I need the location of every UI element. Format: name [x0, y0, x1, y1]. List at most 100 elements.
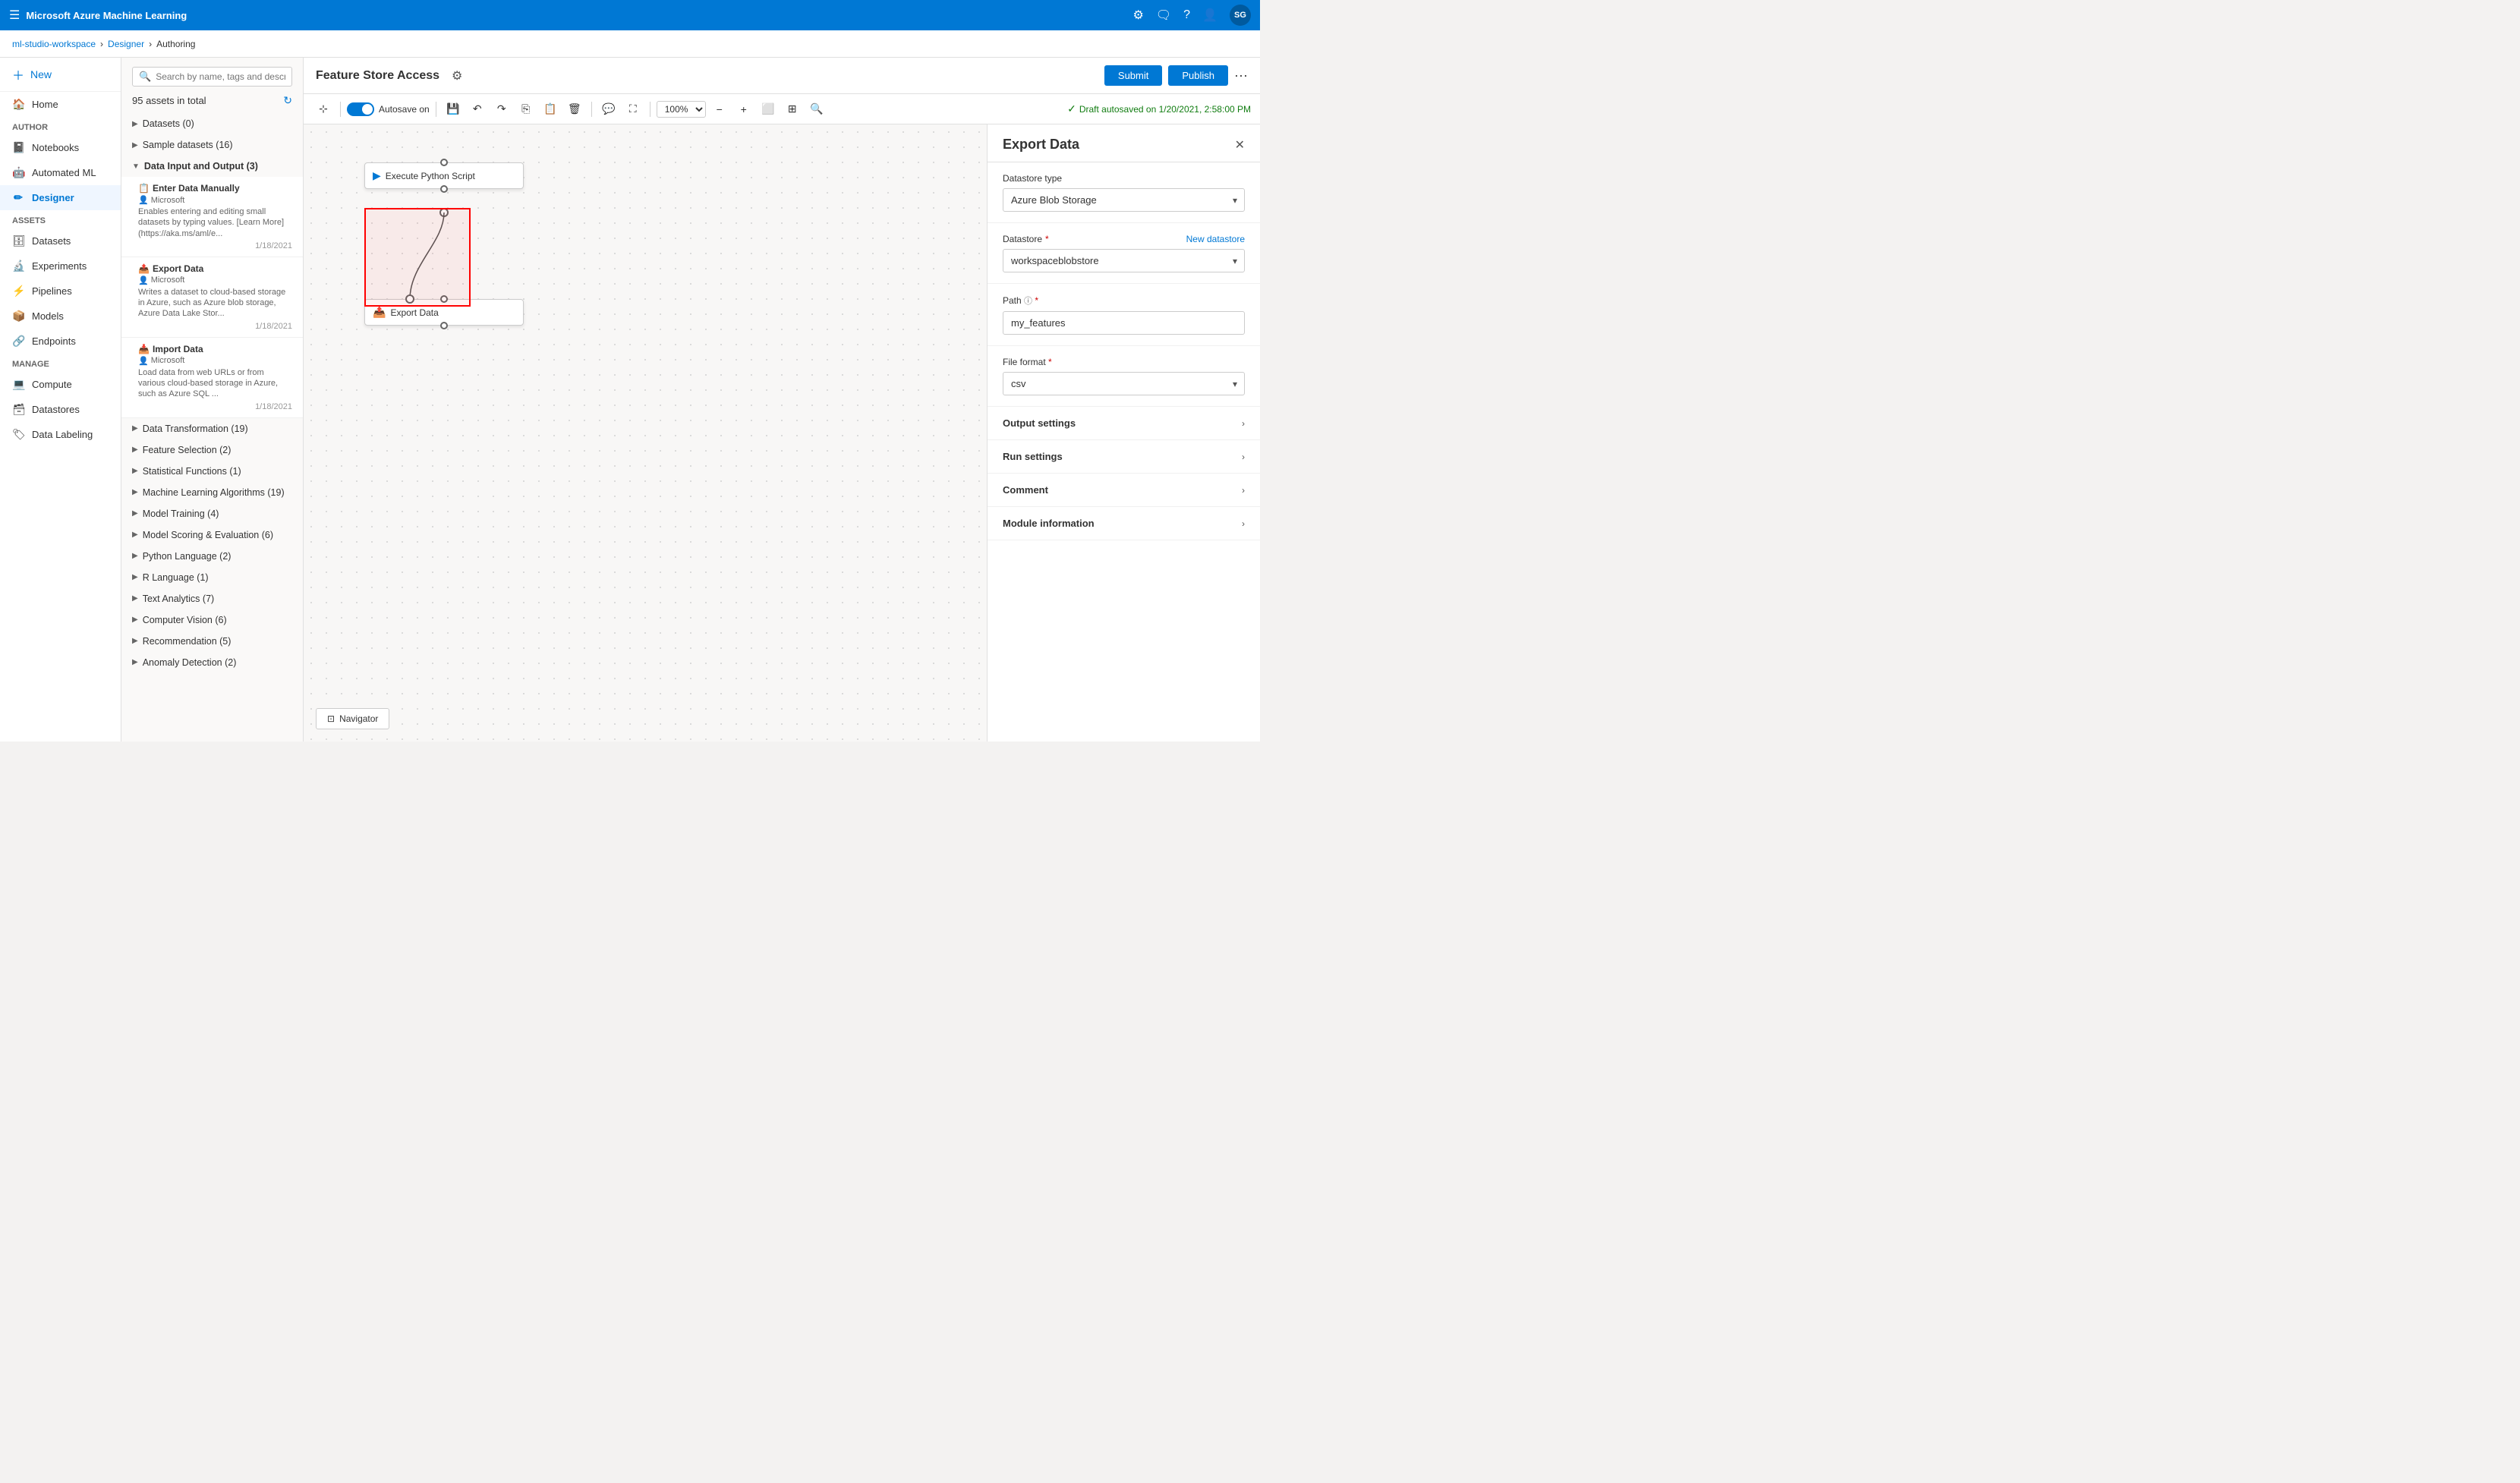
chevron-right-icon: ▶: [132, 467, 138, 475]
category-feature-selection[interactable]: ▶ Feature Selection (2): [121, 439, 303, 461]
search-input[interactable]: [156, 71, 285, 82]
node-port-bottom[interactable]: [440, 322, 448, 329]
settings-icon[interactable]: ⚙: [1133, 8, 1144, 23]
main-layout: ＋ New 🏠 Home Author 📓 Notebooks 🤖 Automa…: [0, 58, 1260, 742]
category-recommendation[interactable]: ▶ Recommendation (5): [121, 631, 303, 652]
category-r-language[interactable]: ▶ R Language (1): [121, 567, 303, 588]
fit-view-button[interactable]: ⛶: [622, 99, 644, 120]
node-port-top[interactable]: [440, 159, 448, 166]
category-python-language[interactable]: ▶ Python Language (2): [121, 546, 303, 567]
notifications-icon[interactable]: 🗨: [1156, 8, 1171, 23]
sidebar-item-automated-ml[interactable]: 🤖 Automated ML: [0, 160, 121, 185]
more-options-icon[interactable]: ···: [1234, 68, 1248, 83]
autosave-toggle[interactable]: Autosave on: [347, 102, 430, 116]
file-format-section: File format * csv ▾: [988, 346, 1260, 407]
chevron-down-icon: ▼: [132, 162, 140, 171]
user-icon[interactable]: 👤: [1202, 8, 1217, 23]
copy-button[interactable]: ⎘: [515, 99, 537, 120]
category-datasets[interactable]: ▶ Datasets (0): [121, 113, 303, 134]
autosave-label: Autosave on: [379, 104, 430, 115]
zoom-in-button[interactable]: +: [733, 99, 754, 120]
search-canvas-button[interactable]: 🔍: [806, 99, 827, 120]
sidebar-item-pipelines[interactable]: ⚡ Pipelines: [0, 279, 121, 304]
canvas-panel-row: ▶ Execute Python Script 📤 Export Data: [304, 124, 1260, 742]
sidebar-item-notebooks[interactable]: 📓 Notebooks: [0, 135, 121, 160]
sidebar-item-datastores[interactable]: 🗃 Datastores: [0, 397, 121, 422]
zoom-out-button[interactable]: −: [709, 99, 730, 120]
close-panel-button[interactable]: ✕: [1235, 137, 1245, 153]
autosave-switch[interactable]: [347, 102, 374, 116]
new-datastore-link[interactable]: New datastore: [1186, 234, 1245, 244]
datastore-type-section: Datastore type Azure Blob Storage ▾: [988, 162, 1260, 223]
category-data-input-output[interactable]: ▼ Data Input and Output (3): [121, 156, 303, 177]
select-tool-button[interactable]: ⊹: [313, 99, 334, 120]
sidebar-item-compute[interactable]: 💻 Compute: [0, 372, 121, 397]
file-format-select-wrap[interactable]: csv ▾: [1003, 372, 1245, 395]
automated-ml-icon: 🤖: [12, 166, 24, 179]
datastore-select[interactable]: workspaceblobstore: [1003, 249, 1245, 272]
hamburger-icon[interactable]: ☰: [9, 8, 20, 23]
category-anomaly-detection[interactable]: ▶ Anomaly Detection (2): [121, 652, 303, 673]
category-statistical-functions[interactable]: ▶ Statistical Functions (1): [121, 461, 303, 482]
node-port-bottom[interactable]: [440, 185, 448, 193]
category-sample-datasets[interactable]: ▶ Sample datasets (16): [121, 134, 303, 156]
sidebar-item-designer[interactable]: ✏ Designer: [0, 185, 121, 210]
breadcrumb-authoring: Authoring: [156, 39, 195, 49]
category-computer-vision[interactable]: ▶ Computer Vision (6): [121, 609, 303, 631]
manage-section-label: Manage: [0, 354, 121, 372]
datastore-select-wrap[interactable]: workspaceblobstore ▾: [1003, 249, 1245, 272]
sidebar-item-home[interactable]: 🏠 Home: [0, 92, 121, 117]
sidebar-item-endpoints[interactable]: 🔗 Endpoints: [0, 329, 121, 354]
sidebar-item-data-labeling[interactable]: 🏷 Data Labeling: [0, 422, 121, 447]
topbar-icons: ⚙ 🗨 ? 👤 SG: [1133, 5, 1251, 26]
sidebar-item-experiments[interactable]: 🔬 Experiments: [0, 253, 121, 279]
layout-button[interactable]: ⊞: [782, 99, 803, 120]
user-avatar[interactable]: SG: [1230, 5, 1251, 26]
delete-button[interactable]: 🗑: [564, 99, 585, 120]
datastore-type-select[interactable]: Azure Blob Storage: [1003, 188, 1245, 212]
chevron-right-icon: ▶: [132, 594, 138, 603]
pipelines-icon: ⚡: [12, 285, 24, 298]
navigator-icon: ⊡: [327, 713, 335, 724]
asset-icon: 📤: [138, 263, 150, 274]
asset-export-data[interactable]: 📤 Export Data 👤 Microsoft Writes a datas…: [121, 257, 303, 338]
new-button[interactable]: ＋ New: [0, 58, 121, 92]
comment-section[interactable]: Comment ›: [988, 474, 1260, 507]
publish-button[interactable]: Publish: [1168, 65, 1228, 86]
settings-icon[interactable]: ⚙: [452, 68, 462, 83]
zoom-selector[interactable]: 100% 75% 50% 125%: [657, 101, 706, 118]
refresh-icon[interactable]: ↻: [283, 94, 292, 107]
breadcrumb-workspace[interactable]: ml-studio-workspace: [12, 39, 96, 49]
asset-import-data[interactable]: 📥 Import Data 👤 Microsoft Load data from…: [121, 338, 303, 418]
pipeline-node-execute-python[interactable]: ▶ Execute Python Script: [364, 162, 524, 189]
run-settings-section[interactable]: Run settings ›: [988, 440, 1260, 474]
save-button[interactable]: 💾: [443, 99, 464, 120]
category-model-training[interactable]: ▶ Model Training (4): [121, 503, 303, 524]
sidebar-item-models[interactable]: 📦 Models: [0, 304, 121, 329]
category-ml-algorithms[interactable]: ▶ Machine Learning Algorithms (19): [121, 482, 303, 503]
submit-button[interactable]: Submit: [1104, 65, 1162, 86]
datastore-type-select-wrap[interactable]: Azure Blob Storage ▾: [1003, 188, 1245, 212]
output-settings-section[interactable]: Output settings ›: [988, 407, 1260, 440]
asset-enter-data[interactable]: 📋 Enter Data Manually 👤 Microsoft Enable…: [121, 177, 303, 257]
chevron-right-icon: ›: [1242, 518, 1245, 529]
path-input[interactable]: [1003, 311, 1245, 335]
file-format-select[interactable]: csv: [1003, 372, 1245, 395]
canvas-drawing-area[interactable]: ▶ Execute Python Script 📤 Export Data: [304, 124, 987, 742]
zoom-fit-button[interactable]: ⬜: [758, 99, 779, 120]
help-icon[interactable]: ?: [1183, 8, 1190, 22]
category-text-analytics[interactable]: ▶ Text Analytics (7): [121, 588, 303, 609]
redo-button[interactable]: ↷: [491, 99, 512, 120]
paste-button[interactable]: 📋: [540, 99, 561, 120]
undo-button[interactable]: ↶: [467, 99, 488, 120]
category-data-transformation[interactable]: ▶ Data Transformation (19): [121, 418, 303, 439]
comment-button[interactable]: 💬: [598, 99, 619, 120]
sidebar-item-datasets[interactable]: 🗄 Datasets: [0, 228, 121, 253]
export-data-icon: 📤: [373, 306, 386, 319]
module-info-section[interactable]: Module information ›: [988, 507, 1260, 540]
breadcrumb-designer[interactable]: Designer: [108, 39, 144, 49]
required-star: *: [1035, 295, 1038, 306]
assets-search-box[interactable]: 🔍: [132, 67, 292, 87]
category-model-scoring[interactable]: ▶ Model Scoring & Evaluation (6): [121, 524, 303, 546]
navigator-button[interactable]: ⊡ Navigator: [316, 708, 389, 729]
